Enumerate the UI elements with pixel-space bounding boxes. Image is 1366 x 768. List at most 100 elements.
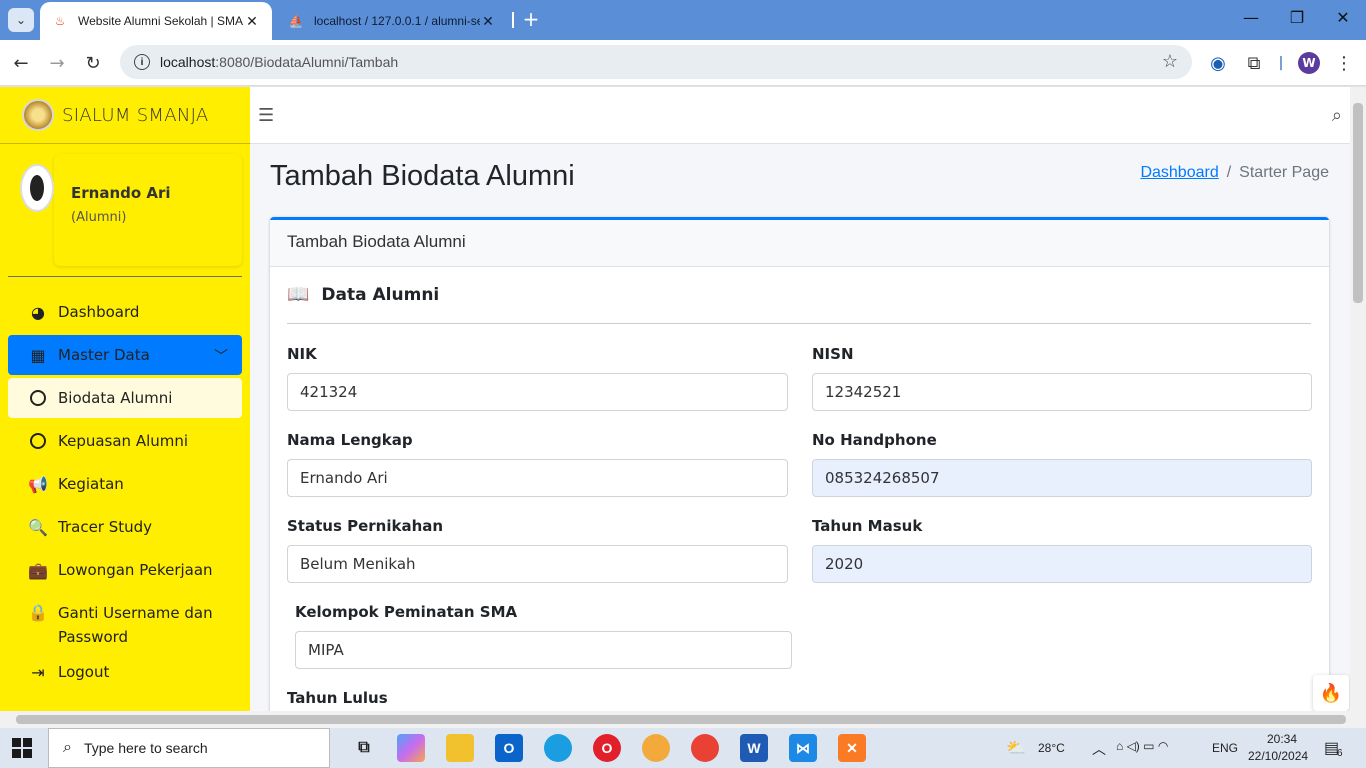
section-title: 📖 Data Alumni [287,284,439,305]
vertical-scrollbar[interactable] [1350,87,1366,711]
clock-time[interactable]: 20:34 [1262,732,1302,746]
user-role: (Alumni) [71,210,127,225]
language-indicator[interactable]: ENG [1212,741,1238,755]
card-title: Tambah Biodata Alumni [270,220,1329,267]
windows-start-icon[interactable] [12,738,32,758]
bookmark-star-icon[interactable]: ☆ [1162,51,1178,72]
sidebar-item-tracer-study[interactable]: 🔍 Tracer Study [8,507,242,547]
site-info-icon[interactable]: i [134,54,150,70]
peminatan-label: Kelompok Peminatan SMA [295,603,518,621]
search-icon[interactable]: ⌕ [1332,105,1342,126]
url-path: :8080/BiodataAlumni/Tambah [215,54,399,70]
status-pernikahan-select[interactable]: Belum Menikah [287,545,788,583]
chevron-down-icon: ﹀ [214,349,228,365]
taskbar-search[interactable]: ⌕ Type here to search [48,728,330,768]
sidebar-divider [8,276,242,277]
sidebar-item-lowongan-pekerjaan[interactable]: 💼 Lowongan Pekerjaan [8,550,242,590]
user-avatar [20,164,54,212]
browser-menu-icon[interactable]: ⋮ [1331,50,1357,76]
opera-icon[interactable]: O [593,734,621,762]
sidebar-item-logout[interactable]: ⇥ Logout [8,652,242,692]
brand-text: SIALUM SMANJA [62,104,209,126]
tahun-masuk-label: Tahun Masuk [812,517,923,535]
search-plus-icon: 🔍 [28,517,48,537]
vscode-icon[interactable]: ⋈ [789,734,817,762]
tray-chevron-up-icon[interactable]: ︿ [1092,739,1106,759]
sidebar-item-label: Master Data [58,346,150,364]
brand-link[interactable]: SIALUM SMANJA [0,87,250,144]
sidebar-item-kegiatan[interactable]: 📢 Kegiatan [8,464,242,504]
minimize-icon[interactable]: — [1228,8,1274,32]
close-window-icon[interactable]: ✕ [1320,8,1366,32]
new-tab-icon[interactable]: + [520,8,542,30]
briefcase-icon: 💼 [28,560,48,580]
bullhorn-icon: 📢 [28,474,48,494]
user-name[interactable]: Ernando Ari [71,184,171,202]
forward-icon[interactable]: → [44,50,70,76]
sidebar-item-label: Biodata Alumni [58,389,173,407]
xampp-icon[interactable]: ✕ [838,734,866,762]
address-bar[interactable]: i localhost:8080/BiodataAlumni/Tambah ☆ [120,45,1192,79]
reload-icon[interactable]: ↻ [80,50,106,76]
horizontal-scrollbar[interactable] [0,711,1366,728]
section-title-text: Data Alumni [321,284,440,305]
no-handphone-label: No Handphone [812,431,937,449]
copilot-icon[interactable] [397,734,425,762]
hamburger-menu-icon[interactable]: ☰ [258,105,274,126]
clock-date[interactable]: 22/10/2024 [1248,749,1308,763]
extension-edge-icon[interactable]: ◉ [1205,50,1231,76]
browser-tab-active[interactable]: ♨ Website Alumni Sekolah | SMAN ✕ [40,2,272,40]
no-handphone-input[interactable]: 085324268507 [812,459,1312,497]
sidebar-item-biodata-alumni[interactable]: Biodata Alumni [8,378,242,418]
chrome-icon[interactable] [691,734,719,762]
sidebar-item-label: Ganti Username dan Password [58,604,213,646]
sidebar-item-master-data[interactable]: ▦ Master Data ﹀ [8,335,242,375]
table-icon: ▦ [30,345,46,365]
nama-lengkap-input[interactable]: Ernando Ari [287,459,788,497]
tab-separator [512,12,514,28]
sidebar-item-ganti-password[interactable]: 🔒 Ganti Username dan Password [8,593,242,649]
close-tab-icon[interactable]: ✕ [244,13,260,30]
nisn-input[interactable]: 12342521 [812,373,1312,411]
word-icon[interactable]: W [740,734,768,762]
peminatan-select[interactable]: MIPA [295,631,792,669]
breadcrumb: Dashboard / Starter Page [1140,164,1329,182]
tab-title: Website Alumni Sekolah | SMAN [78,14,244,28]
restore-icon[interactable]: ❐ [1274,8,1320,32]
sidebar-item-label: Tracer Study [58,518,153,536]
toolbar-divider: | [1278,55,1284,71]
nik-input[interactable]: 421324 [287,373,788,411]
tab-search-button[interactable]: ⌄ [8,8,34,32]
weather-icon: ⛅ [1006,740,1026,757]
flame-debug-icon[interactable]: 🔥 [1313,675,1349,711]
search-icon: ⌕ [63,739,72,756]
extensions-puzzle-icon[interactable]: ⧉ [1241,50,1267,76]
circle-icon [26,388,50,408]
nisn-label: NISN [812,345,854,363]
sidebar-item-dashboard[interactable]: ◕ Dashboard [8,292,242,332]
form-card: Tambah Biodata Alumni 📖 Data Alumni NIK … [270,217,1329,711]
breadcrumb-dashboard-link[interactable]: Dashboard [1140,164,1218,181]
browser-tab-bar: ⌄ ♨ Website Alumni Sekolah | SMAN ✕ ⛵ lo… [0,0,1366,40]
notification-count: 6 [1337,748,1343,759]
status-pernikahan-label: Status Pernikahan [287,517,444,535]
edge-icon[interactable] [544,734,572,762]
circle-icon [26,431,50,451]
profile-avatar[interactable]: W [1298,52,1320,74]
task-view-icon[interactable]: ⧉ [350,734,378,762]
tahun-masuk-input[interactable]: 2020 [812,545,1312,583]
browser-tab-inactive[interactable]: ⛵ localhost / 127.0.0.1 / alumni-se ✕ [276,2,508,40]
firefox-like-icon[interactable] [642,734,670,762]
page-title: Tambah Biodata Alumni [270,160,575,192]
sidebar-item-kepuasan-alumni[interactable]: Kepuasan Alumni [8,421,242,461]
book-icon: 📖 [287,284,310,305]
file-explorer-icon[interactable] [446,734,474,762]
outlook-icon[interactable]: O [495,734,523,762]
breadcrumb-current: Starter Page [1239,164,1329,181]
sidebar-item-label: Kegiatan [58,475,124,493]
close-tab-icon[interactable]: ✕ [480,13,496,30]
taskbar-search-placeholder: Type here to search [83,740,208,756]
back-icon[interactable]: ← [8,50,34,76]
tray-system-icons[interactable]: ⌂ ◁) ▭ ◠ [1116,739,1168,753]
weather-temp[interactable]: 28°C [1038,741,1065,755]
